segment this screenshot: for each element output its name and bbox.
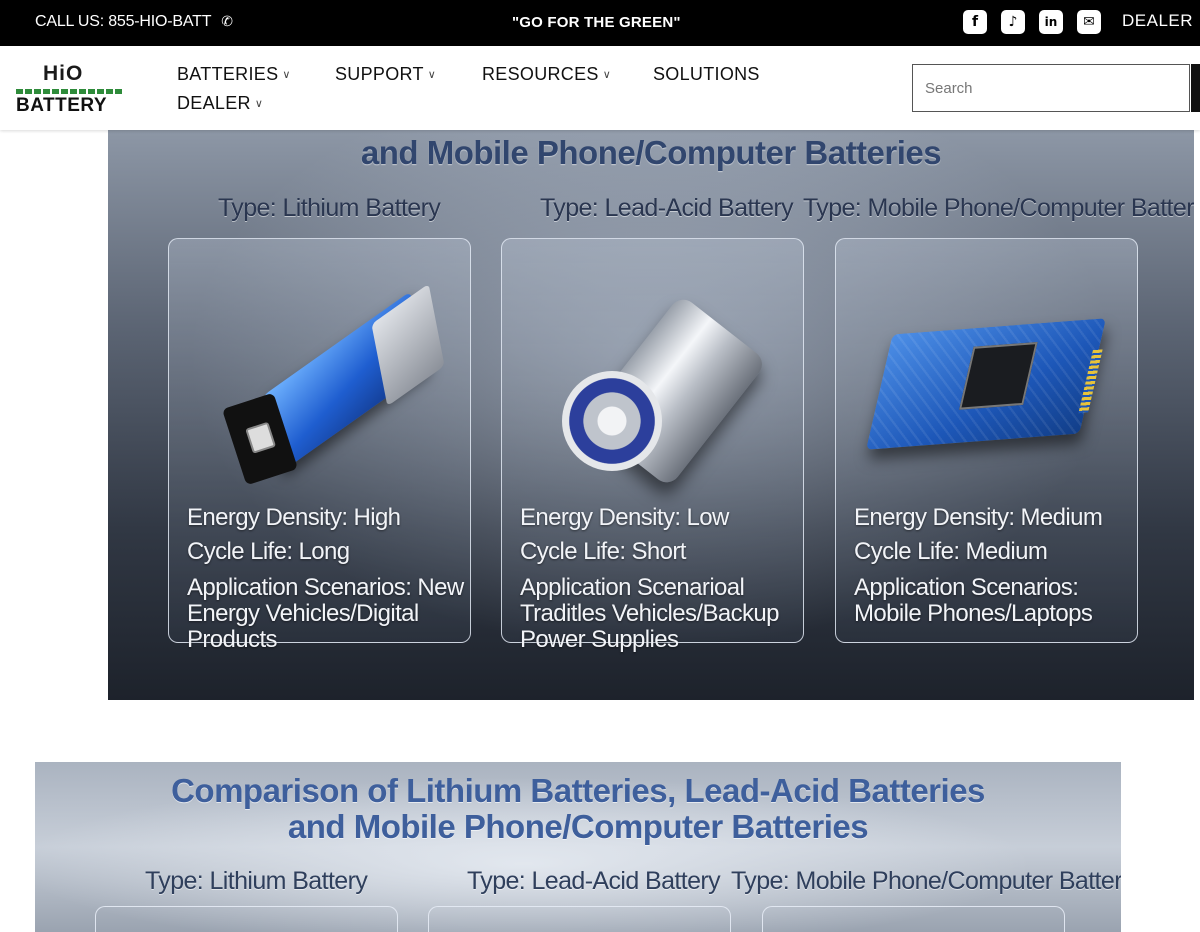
nav-solutions[interactable]: SOLUTIONS	[653, 64, 760, 85]
infographic-title: and Mobile Phone/Computer Batteries	[360, 134, 942, 171]
nav-label: DEALER	[177, 93, 251, 113]
search-button[interactable]	[1191, 64, 1200, 112]
social-links: f ♪ in ✉	[963, 10, 1101, 34]
comparison-infographic-2: Comparison of Lithium Batteries, Lead-Ac…	[35, 762, 1121, 932]
search-input[interactable]	[912, 64, 1190, 112]
phone-icon: ✆	[221, 13, 233, 29]
cycle-life: Cycle Life: Long	[187, 538, 350, 565]
nav-label: SOLUTIONS	[653, 64, 760, 84]
card-lithium: Energy Density: High Cycle Life: Long Ap…	[168, 238, 471, 653]
slogan: "GO FOR THE GREEN"	[512, 14, 681, 31]
infographic-title-line2: and Mobile Phone/Computer Batteries	[287, 808, 869, 845]
type-label-lead-acid: Type: Lead-Acid Battery	[540, 194, 794, 222]
logo-stripe	[16, 89, 122, 94]
cycle-life: Cycle Life: Medium	[854, 538, 1048, 565]
application: Application Scenarios: Mobile Phones/Lap…	[854, 574, 1093, 627]
cycle-life: Cycle Life: Short	[520, 538, 686, 565]
nav-support[interactable]: SUPPORT ∨	[335, 64, 436, 85]
chevron-down-icon: ∨	[602, 69, 612, 81]
type-label-mobile: Type: Mobile Phone/Computer Battery	[731, 867, 1121, 895]
top-bar: CALL US: 855-HIO-BATT ✆ "GO FOR THE GREE…	[0, 0, 1200, 46]
type-label-lead-acid: Type: Lead-Acid Battery	[467, 867, 721, 895]
application: Application Scenarios: New Energy Vehicl…	[187, 574, 464, 653]
linkedin-icon[interactable]: in	[1039, 10, 1063, 34]
card-lead-acid: Energy Density: Low Cycle Life: Short Ap…	[501, 238, 804, 653]
chevron-down-icon: ∨	[427, 69, 437, 81]
comparison-infographic: and Mobile Phone/Computer Batteries Type…	[108, 130, 1194, 700]
circuit-board-image	[856, 299, 1116, 450]
chevron-down-icon: ∨	[282, 69, 291, 81]
site-header: HiO BATTERY BATTERIES ∨ SUPPORT ∨ RESOURCE…	[0, 46, 1200, 130]
card-mobile	[762, 906, 1065, 932]
logo[interactable]: HiO BATTERY	[16, 62, 124, 118]
infographic-title-line1: Comparison of Lithium Batteries, Lead-Ac…	[171, 772, 985, 809]
application: Application Scenarioal Traditles Vehicle…	[520, 574, 780, 653]
card-lithium	[95, 906, 398, 932]
energy-density: Energy Density: Low	[520, 504, 729, 531]
email-icon[interactable]: ✉	[1077, 10, 1101, 34]
logo-hio: HiO	[43, 62, 84, 85]
type-label-mobile: Type: Mobile Phone/Computer Battery	[803, 194, 1194, 222]
nav-label: RESOURCES	[482, 64, 599, 84]
energy-density: Energy Density: Medium	[854, 504, 1103, 531]
logo-battery: BATTERY	[16, 95, 108, 116]
nav-batteries[interactable]: BATTERIES ∨	[177, 64, 291, 85]
call-us-text: CALL US: 855-HIO-BATT	[35, 13, 212, 30]
nav-resources[interactable]: RESOURCES ∨	[482, 64, 611, 85]
lead-acid-battery-image	[562, 271, 782, 488]
nav-dealer[interactable]: DEALER ∨	[177, 93, 263, 114]
nav-label: BATTERIES	[177, 64, 279, 84]
nav-label: SUPPORT	[335, 64, 424, 84]
card-lead-acid	[428, 906, 731, 932]
call-us-link[interactable]: CALL US: 855-HIO-BATT ✆	[35, 13, 233, 31]
dealer-top-link[interactable]: DEALER	[1122, 11, 1193, 31]
energy-density: Energy Density: High	[187, 504, 401, 531]
tiktok-icon[interactable]: ♪	[1001, 10, 1025, 34]
facebook-icon[interactable]: f	[963, 10, 987, 34]
type-label-lithium: Type: Lithium Battery	[145, 867, 368, 895]
lithium-battery-image	[221, 283, 445, 486]
card-mobile: Energy Density: Medium Cycle Life: Mediu…	[835, 238, 1138, 643]
type-label-lithium: Type: Lithium Battery	[218, 194, 441, 222]
chevron-down-icon: ∨	[254, 98, 264, 110]
